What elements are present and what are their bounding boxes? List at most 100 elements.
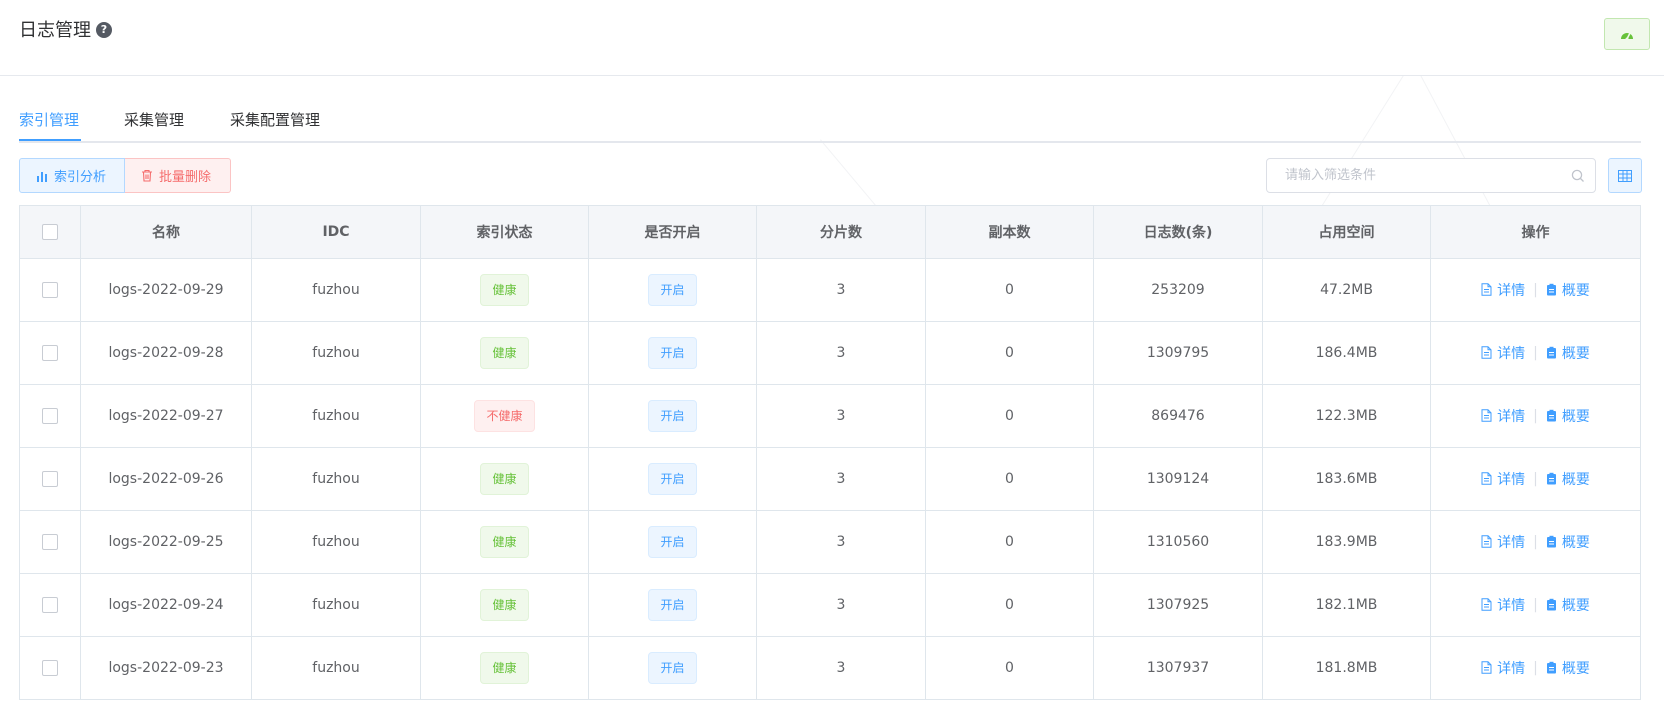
- column-header-enabled[interactable]: 是否开启: [588, 205, 757, 259]
- detail-link[interactable]: 详情: [1481, 469, 1525, 489]
- row-checkbox[interactable]: [42, 534, 58, 550]
- question-circle-icon[interactable]: ?: [96, 22, 112, 38]
- detail-label: 详情: [1497, 345, 1526, 362]
- row-checkbox[interactable]: [42, 408, 58, 424]
- status-badge: 健康: [480, 652, 529, 684]
- cell-actions: 详情 | 概要: [1430, 573, 1641, 637]
- column-header-log-count[interactable]: 日志数(条): [1093, 205, 1263, 259]
- enabled-badge: 开启: [648, 652, 697, 684]
- cell-index-status: 健康: [420, 447, 589, 511]
- detail-label: 详情: [1497, 660, 1526, 677]
- cell-index-status: 健康: [420, 510, 589, 574]
- enabled-badge: 开启: [648, 400, 697, 432]
- cell-actions: 详情 | 概要: [1430, 447, 1641, 511]
- column-header-storage-size[interactable]: 占用空间: [1262, 205, 1431, 259]
- status-badge: 不健康: [474, 400, 535, 432]
- cell-storage-size: 181.8MB: [1262, 636, 1431, 700]
- cell-actions: 详情 | 概要: [1430, 258, 1641, 322]
- detail-link[interactable]: 详情: [1481, 658, 1525, 678]
- detail-link[interactable]: 详情: [1481, 595, 1525, 615]
- index-analysis-button[interactable]: 索引分析: [19, 158, 125, 193]
- detail-link[interactable]: 详情: [1481, 532, 1525, 552]
- cell-shards: 3: [756, 384, 926, 448]
- detail-link[interactable]: 详情: [1481, 280, 1525, 300]
- select-all-checkbox[interactable]: [42, 224, 58, 240]
- column-header-name[interactable]: 名称: [80, 205, 252, 259]
- summary-link[interactable]: 概要: [1546, 658, 1590, 678]
- summary-label: 概要: [1561, 471, 1590, 488]
- cell-storage-size: 47.2MB: [1262, 258, 1431, 322]
- action-separator: |: [1533, 407, 1538, 424]
- row-select-cell: [19, 636, 81, 700]
- dashboard-button[interactable]: [1604, 18, 1650, 50]
- clipboard-icon: [1546, 599, 1556, 611]
- column-header-index-status[interactable]: 索引状态: [420, 205, 589, 259]
- cell-name: logs-2022-09-27: [80, 384, 252, 448]
- status-badge: 健康: [480, 526, 529, 558]
- cell-idc: fuzhou: [251, 258, 421, 322]
- cell-enabled: 开启: [588, 447, 757, 511]
- index-table: 名称 IDC 索引状态 是否开启 分片数 副本数 日志数(条) 占用空间 操作 …: [19, 205, 1641, 700]
- column-header-shards[interactable]: 分片数: [756, 205, 926, 259]
- cell-storage-size: 183.9MB: [1262, 510, 1431, 574]
- table-row: logs-2022-09-24 fuzhou 健康 开启 3 0 1307925 182.1M…: [19, 573, 1641, 637]
- summary-link[interactable]: 概要: [1546, 532, 1590, 552]
- table-row: logs-2022-09-29 fuzhou 健康 开启 3 0 253209 47.2MB 详…: [19, 258, 1641, 322]
- column-header-idc[interactable]: IDC: [251, 205, 421, 259]
- clipboard-icon: [1546, 473, 1556, 485]
- summary-link[interactable]: 概要: [1546, 406, 1590, 426]
- row-checkbox[interactable]: [42, 471, 58, 487]
- cell-enabled: 开启: [588, 510, 757, 574]
- summary-link[interactable]: 概要: [1546, 469, 1590, 489]
- cell-index-status: 健康: [420, 573, 589, 637]
- cell-storage-size: 183.6MB: [1262, 447, 1431, 511]
- summary-link[interactable]: 概要: [1546, 343, 1590, 363]
- cell-shards: 3: [756, 258, 926, 322]
- row-checkbox[interactable]: [42, 345, 58, 361]
- filter-search-input[interactable]: [1283, 167, 1557, 184]
- cell-actions: 详情 | 概要: [1430, 510, 1641, 574]
- cell-log-count: 1307937: [1093, 636, 1263, 700]
- row-checkbox[interactable]: [42, 597, 58, 613]
- cell-storage-size: 122.3MB: [1262, 384, 1431, 448]
- cell-replicas: 0: [925, 573, 1094, 637]
- detail-label: 详情: [1497, 597, 1526, 614]
- detail-label: 详情: [1497, 534, 1526, 551]
- status-badge: 健康: [480, 337, 529, 369]
- cell-replicas: 0: [925, 321, 1094, 385]
- tab-index-management[interactable]: 索引管理: [19, 108, 79, 132]
- batch-delete-button[interactable]: 批量删除: [125, 158, 231, 193]
- summary-link[interactable]: 概要: [1546, 280, 1590, 300]
- summary-label: 概要: [1561, 408, 1590, 425]
- tab-collection-config-management[interactable]: 采集配置管理: [230, 108, 320, 132]
- cell-name: logs-2022-09-23: [80, 636, 252, 700]
- cell-idc: fuzhou: [251, 447, 421, 511]
- search-icon[interactable]: [1571, 169, 1585, 183]
- column-header-replicas[interactable]: 副本数: [925, 205, 1094, 259]
- detail-link[interactable]: 详情: [1481, 343, 1525, 363]
- row-checkbox[interactable]: [42, 282, 58, 298]
- active-tab-indicator: [19, 139, 81, 141]
- row-checkbox[interactable]: [42, 660, 58, 676]
- cell-shards: 3: [756, 636, 926, 700]
- detail-link[interactable]: 详情: [1481, 406, 1525, 426]
- cell-index-status: 健康: [420, 636, 589, 700]
- page-header: 日志管理 ?: [0, 0, 1664, 76]
- table-row: logs-2022-09-26 fuzhou 健康 开启 3 0 1309124 183.6M…: [19, 447, 1641, 511]
- summary-link[interactable]: 概要: [1546, 595, 1590, 615]
- row-select-cell: [19, 573, 81, 637]
- status-badge: 健康: [480, 589, 529, 621]
- table-row: logs-2022-09-28 fuzhou 健康 开启 3 0 1309795 186.4M…: [19, 321, 1641, 385]
- status-badge: 健康: [480, 274, 529, 306]
- tab-collection-management[interactable]: 采集管理: [124, 108, 184, 132]
- column-settings-button[interactable]: [1608, 158, 1642, 193]
- action-separator: |: [1533, 533, 1538, 550]
- action-separator: |: [1533, 281, 1538, 298]
- cell-shards: 3: [756, 510, 926, 574]
- document-icon: [1481, 535, 1492, 548]
- cell-shards: 3: [756, 573, 926, 637]
- action-button-group: 索引分析 批量删除: [19, 158, 231, 193]
- summary-label: 概要: [1561, 282, 1590, 299]
- row-select-cell: [19, 447, 81, 511]
- row-select-cell: [19, 510, 81, 574]
